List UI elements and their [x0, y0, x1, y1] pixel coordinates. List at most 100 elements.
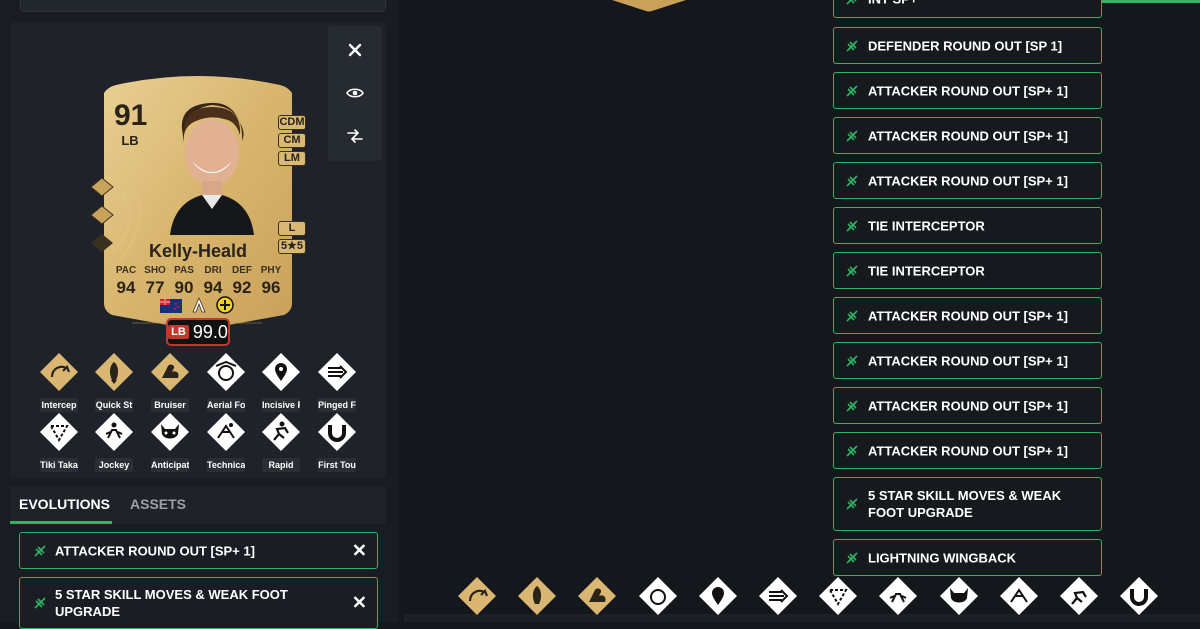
- applied-evolution-label: 5 STAR SKILL MOVES & WEAK FOOT UPGRADE: [55, 587, 288, 619]
- card-rating: 91: [114, 99, 148, 132]
- evolution-list-label: 5 STAR SKILL MOVES & WEAK FOOT UPGRADE: [868, 488, 1062, 520]
- alt-position-badge: CDM: [278, 115, 306, 130]
- stat-pas: PAS 90: [170, 265, 198, 298]
- evolution-list-item[interactable]: ATTACKER ROUND OUT [SP+ 1]: [833, 72, 1102, 109]
- applied-evolution-item[interactable]: ATTACKER ROUND OUT [SP+ 1] ✕: [19, 532, 378, 569]
- playstyle-technical[interactable]: Technica: [203, 412, 249, 472]
- dna-icon: [34, 597, 46, 609]
- evolution-list-item[interactable]: LIGHTNING WINGBACK: [833, 539, 1102, 576]
- rocket-icon[interactable]: [517, 576, 557, 616]
- playstyle-tiki-taka[interactable]: Tiki Taka: [36, 412, 82, 472]
- stat-label: DEF: [232, 265, 252, 276]
- playstyle-anticipate[interactable]: Anticipat: [147, 412, 193, 472]
- evolution-list-label: TIE INTERCEPTOR: [868, 263, 985, 278]
- arrow-right-icon[interactable]: [758, 576, 798, 616]
- evolution-list-item[interactable]: ATTACKER ROUND OUT [SP+ 1]: [833, 162, 1102, 199]
- playstyle-first-touch[interactable]: First Tou: [314, 412, 360, 472]
- league-logo-icon: [192, 297, 206, 313]
- playstyle-label: Pinged F: [318, 398, 356, 412]
- intercept-icon[interactable]: [457, 576, 497, 616]
- playstyle-aerial-fortress[interactable]: Aerial Fo: [203, 352, 249, 412]
- evolution-list-item[interactable]: ATTACKER ROUND OUT [SP+ 1]: [833, 117, 1102, 154]
- dna-icon: [846, 0, 857, 5]
- raccoon-icon[interactable]: [939, 576, 979, 616]
- evolution-list-label: ATTACKER ROUND OUT [SP+ 1]: [868, 353, 1068, 368]
- dna-icon: [846, 354, 858, 367]
- tab-assets[interactable]: ASSETS: [130, 496, 186, 512]
- applied-evolution-item[interactable]: 5 STAR SKILL MOVES & WEAK FOOT UPGRADE ✕: [19, 577, 378, 629]
- playstyle-label: Jockey: [95, 458, 133, 472]
- flexed-arm-icon[interactable]: [577, 576, 617, 616]
- card-toolbar: [328, 26, 382, 161]
- intercept-icon: [40, 353, 78, 391]
- dna-icon: [846, 84, 858, 97]
- evolution-list-item[interactable]: INT SP+: [833, 0, 1102, 18]
- arrow-right-icon: [318, 353, 356, 391]
- player-card[interactable]: 91 LB CDM CM LM L 5★5 Kelly-Heald PAC 94 …: [90, 73, 306, 331]
- player-panel: 91 LB CDM CM LM L 5★5 Kelly-Heald PAC 94 …: [0, 0, 398, 629]
- playstyle-pinged-pass[interactable]: Pinged F: [314, 352, 360, 412]
- dna-icon: [846, 309, 858, 322]
- playstyle-label: Technica: [207, 458, 245, 472]
- close-icon[interactable]: [328, 30, 382, 70]
- playstyle-bruiser[interactable]: Bruiser: [147, 352, 193, 412]
- alt-position-badge: LM: [278, 151, 306, 166]
- playstyle-label: First Tou: [318, 458, 356, 472]
- evolution-list-item[interactable]: TIE INTERCEPTOR: [833, 207, 1102, 244]
- evolution-list-item[interactable]: ATTACKER ROUND OUT [SP+ 1]: [833, 432, 1102, 469]
- technical-dribble-icon: [207, 413, 245, 451]
- magnet-icon[interactable]: [1119, 576, 1159, 616]
- evolution-list-label: TIE INTERCEPTOR: [868, 218, 985, 233]
- playstyle-quick-step[interactable]: Quick St: [91, 352, 137, 412]
- location-pin-icon[interactable]: [698, 576, 738, 616]
- playstyle-rapid[interactable]: Rapid: [258, 412, 304, 472]
- jockey-icon: [95, 413, 133, 451]
- sprinter-icon[interactable]: [1059, 576, 1099, 616]
- evolution-list-item[interactable]: 5 STAR SKILL MOVES & WEAK FOOT UPGRADE: [833, 477, 1102, 531]
- stat-label: DRI: [204, 265, 222, 276]
- dna-icon: [846, 399, 858, 412]
- stat-dri: DRI 94: [199, 265, 227, 298]
- rocket-icon: [95, 353, 133, 391]
- remove-evolution-icon[interactable]: ✕: [352, 593, 367, 614]
- evolution-list-item[interactable]: TIE INTERCEPTOR: [833, 252, 1102, 289]
- card-position: LB: [121, 133, 139, 148]
- evolution-list-label: ATTACKER ROUND OUT [SP+ 1]: [868, 128, 1068, 143]
- evolution-list-label: LIGHTNING WINGBACK: [868, 550, 1017, 565]
- playstyle-jockey[interactable]: Jockey: [91, 412, 137, 472]
- overall-rating-badge: LB 99.0: [166, 318, 230, 346]
- playstyle-incisive-pass[interactable]: Incisive F: [258, 352, 304, 412]
- dna-icon: [846, 551, 858, 564]
- evolution-list-label: DEFENDER ROUND OUT [SP 1]: [868, 38, 1063, 53]
- stat-pac: PAC 94: [112, 265, 140, 298]
- sprinter-icon: [262, 413, 300, 451]
- stat-label: SHO: [144, 265, 166, 276]
- evolution-list-item[interactable]: DEFENDER ROUND OUT [SP 1]: [833, 27, 1102, 64]
- playstyle-label: Intercep: [40, 398, 78, 412]
- tab-evolutions[interactable]: EVOLUTIONS: [19, 496, 110, 512]
- playstyle-label: Bruiser: [151, 398, 189, 412]
- evolution-list-item[interactable]: ATTACKER ROUND OUT [SP+ 1]: [833, 342, 1102, 379]
- eye-icon[interactable]: [328, 73, 382, 113]
- triangle-pass-icon: [40, 413, 78, 451]
- playstyle-intercept[interactable]: Intercep: [36, 352, 82, 412]
- stat-value: 90: [174, 278, 194, 297]
- playstyle-label: Quick St: [95, 398, 133, 412]
- technical-dribble-icon[interactable]: [999, 576, 1039, 616]
- remove-evolution-icon[interactable]: ✕: [352, 540, 367, 561]
- stat-phy: PHY 96: [257, 265, 285, 298]
- evolution-list-item[interactable]: ATTACKER ROUND OUT [SP+ 1]: [833, 387, 1102, 424]
- ovr-value: 99.0: [192, 321, 228, 342]
- triangle-pass-icon[interactable]: [818, 576, 858, 616]
- flexed-arm-icon: [151, 353, 189, 391]
- evolution-list-item[interactable]: ATTACKER ROUND OUT [SP+ 1]: [833, 297, 1102, 334]
- compare-arrows-icon[interactable]: [328, 116, 382, 156]
- dna-icon: [846, 129, 858, 142]
- playstyle-label: Anticipat: [151, 458, 189, 472]
- stat-value: 77: [145, 278, 165, 297]
- stat-value: 92: [232, 278, 252, 297]
- preferred-foot-badge: L: [278, 221, 306, 236]
- playstyle-label: Aerial Fo: [207, 398, 245, 412]
- jockey-icon[interactable]: [878, 576, 918, 616]
- aerial-icon[interactable]: [638, 576, 678, 616]
